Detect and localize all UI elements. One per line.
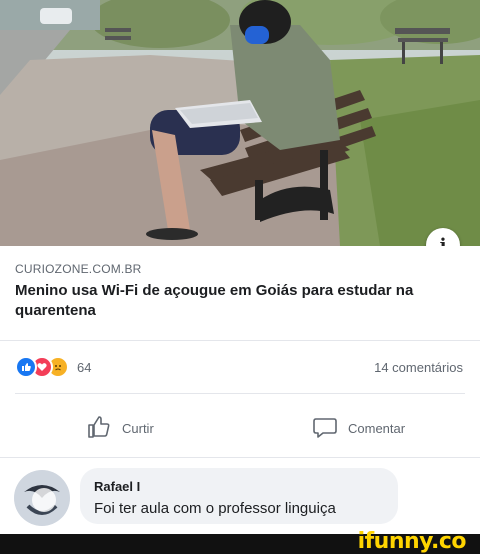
link-source-domain: CURIOZONE.COM.BR [15, 262, 142, 276]
boy-on-bench-photo [0, 0, 480, 246]
comment-count[interactable]: 14 comentários [374, 360, 463, 375]
reactions-summary[interactable]: 64 [15, 356, 91, 378]
like-label: Curtir [122, 421, 154, 436]
comment-button[interactable]: Comentar [312, 414, 405, 443]
divider [0, 457, 480, 458]
comment-author[interactable]: Rafael I [94, 479, 140, 494]
like-button[interactable]: Curtir [86, 414, 154, 443]
comment-text: Foi ter aula com o professor linguiça [94, 500, 336, 517]
reaction-count: 64 [77, 359, 92, 375]
comment-label: Comentar [348, 421, 406, 436]
like-reaction-icon [15, 356, 37, 378]
thumbs-up-icon [86, 414, 112, 443]
commenter-avatar[interactable] [14, 470, 70, 526]
divider [0, 340, 480, 341]
divider [15, 393, 465, 394]
speech-bubble-icon [312, 414, 338, 443]
link-headline[interactable]: Menino usa Wi-Fi de açougue em Goiás par… [15, 281, 455, 321]
article-photo[interactable] [0, 0, 480, 246]
ifunny-logo: ifunny.co [357, 529, 467, 554]
